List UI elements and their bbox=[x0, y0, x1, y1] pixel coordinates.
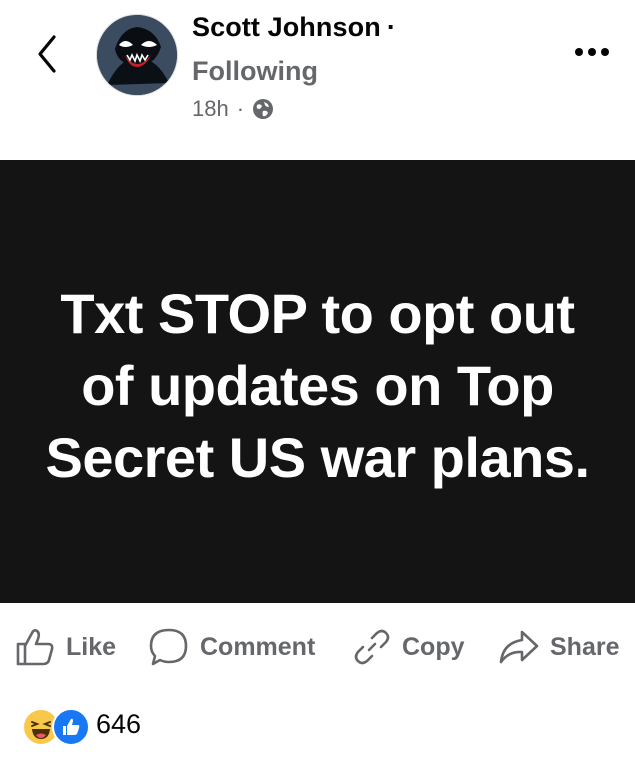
like-label: Like bbox=[66, 632, 117, 661]
thumbs-up-icon bbox=[16, 629, 54, 666]
more-dot bbox=[588, 48, 596, 56]
post-meta: 18h · bbox=[192, 96, 274, 122]
comment-button[interactable]: Comment bbox=[148, 627, 315, 667]
globe-icon bbox=[253, 99, 274, 119]
timestamp[interactable]: 18h bbox=[192, 96, 229, 122]
author-name-text[interactable]: Scott Johnson bbox=[192, 12, 381, 42]
chevron-left-icon bbox=[38, 35, 56, 73]
reactions-summary[interactable]: 646 bbox=[22, 704, 142, 746]
like-button[interactable]: Like bbox=[14, 627, 116, 667]
more-dot bbox=[601, 48, 609, 56]
reaction-icons bbox=[22, 706, 90, 746]
action-bar: Like Comment Copy Share bbox=[0, 603, 635, 687]
share-label: Share bbox=[550, 632, 620, 661]
copy-label: Copy bbox=[402, 632, 465, 661]
meta-separator: · bbox=[236, 96, 245, 121]
avatar[interactable] bbox=[96, 14, 178, 96]
comment-label: Comment bbox=[200, 632, 316, 661]
more-dot bbox=[575, 48, 583, 56]
more-options-button[interactable] bbox=[568, 40, 616, 64]
author-name[interactable]: Scott Johnson · bbox=[192, 12, 396, 43]
copy-link-button[interactable]: Copy bbox=[352, 627, 465, 667]
share-button[interactable]: Share bbox=[498, 627, 619, 667]
share-arrow-icon bbox=[499, 630, 539, 664]
post-text-card[interactable]: Txt STOP to opt out of updates on Top Se… bbox=[0, 160, 635, 603]
name-separator: · bbox=[386, 12, 396, 42]
post-text: Txt STOP to opt out of updates on Top Se… bbox=[45, 281, 590, 489]
reaction-count: 646 bbox=[96, 708, 142, 739]
following-button[interactable]: Following bbox=[192, 56, 318, 87]
avatar-image bbox=[97, 15, 177, 95]
like-reaction-icon bbox=[52, 708, 90, 746]
comment-bubble-icon bbox=[149, 628, 188, 666]
back-button[interactable] bbox=[30, 34, 64, 74]
post-header: Scott Johnson · Following 18h · bbox=[0, 0, 635, 160]
link-icon bbox=[354, 629, 390, 665]
